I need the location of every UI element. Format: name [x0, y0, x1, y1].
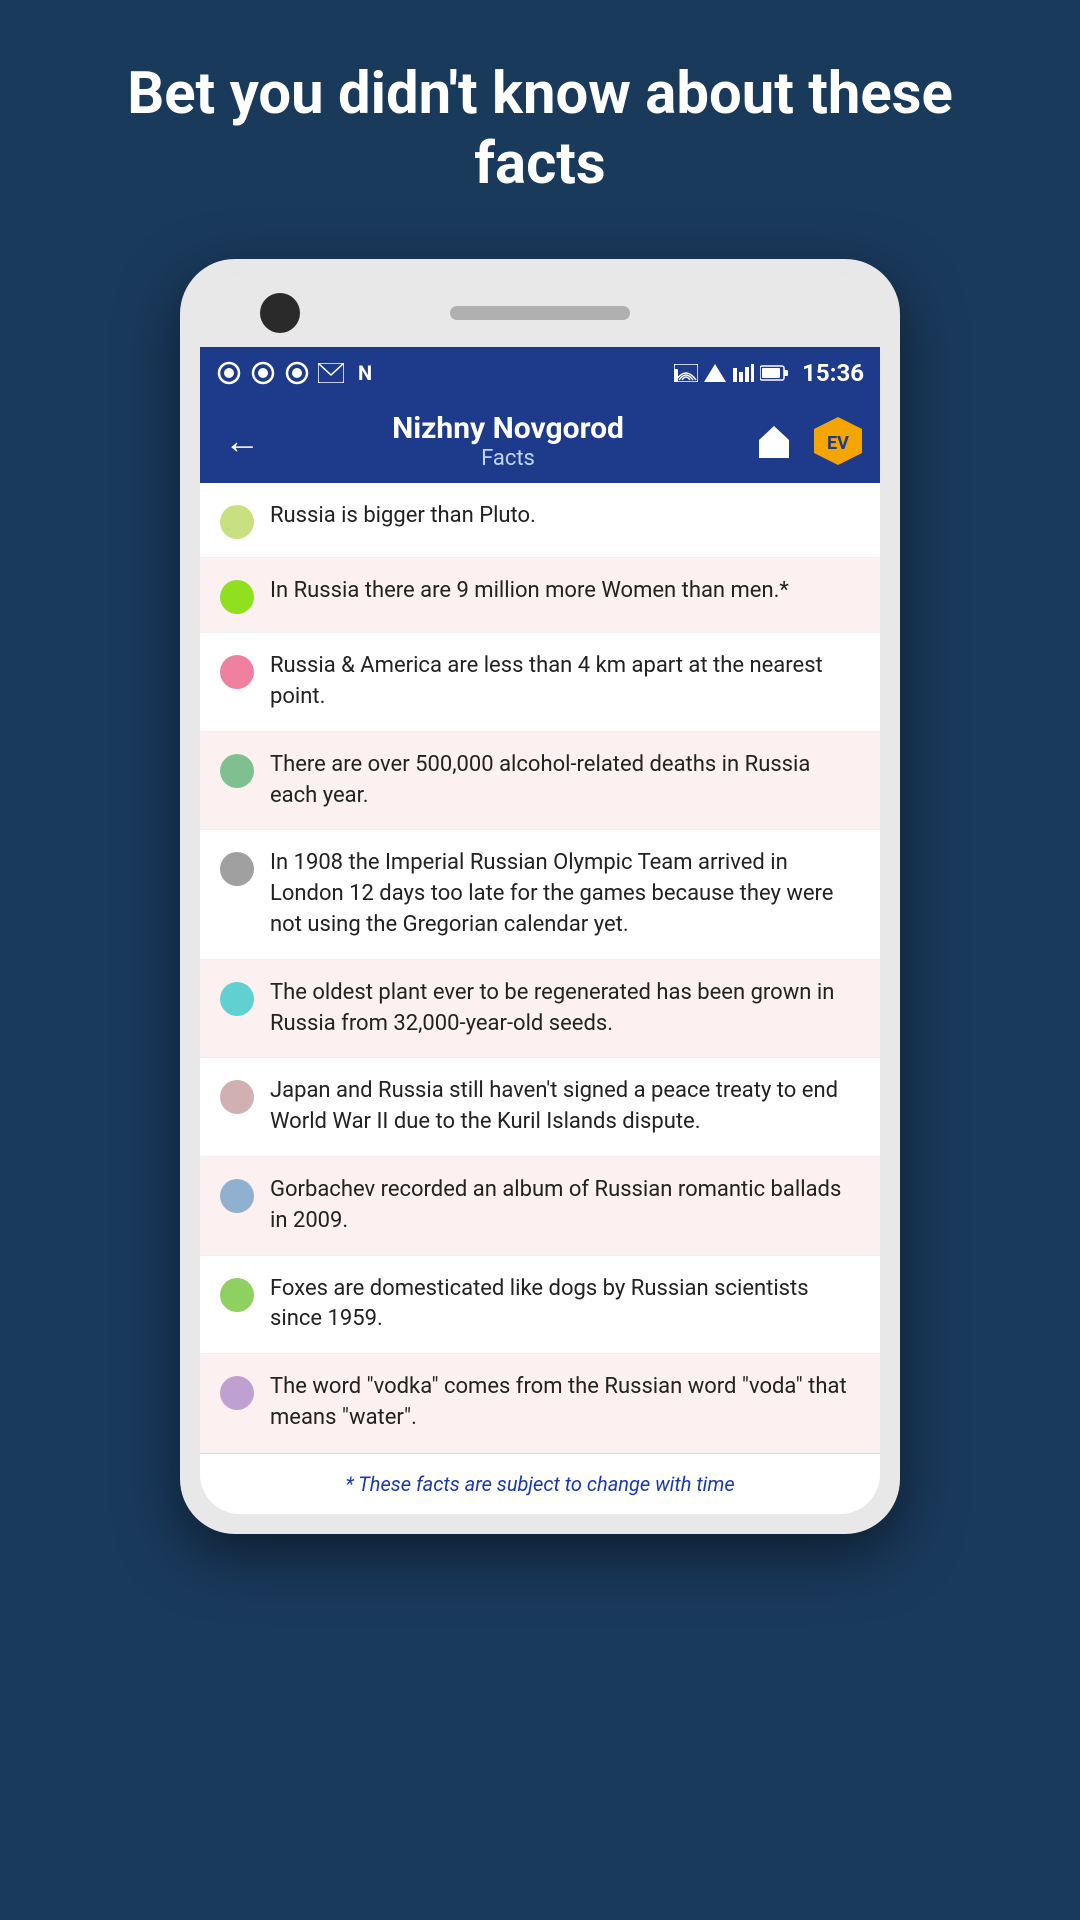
- fact-dot-9: [220, 1278, 254, 1312]
- status-bar: N: [200, 347, 880, 399]
- phone-frame: N: [180, 259, 900, 1534]
- fact-text-6: The oldest plant ever to be regenerated …: [270, 978, 860, 1040]
- fact-text-8: Gorbachev recorded an album of Russian r…: [270, 1175, 860, 1237]
- fact-item-2[interactable]: In Russia there are 9 million more Women…: [200, 558, 880, 633]
- camera-icon-3: [284, 360, 310, 386]
- phone-camera-area: [200, 279, 880, 347]
- fact-dot-5: [220, 852, 254, 886]
- app-bar-subtitle: Facts: [284, 446, 732, 471]
- status-time: 15:36: [802, 359, 864, 387]
- fact-item-10[interactable]: The word "vodka" comes from the Russian …: [200, 1354, 880, 1453]
- camera-dot: [260, 293, 300, 333]
- svg-text:EV: EV: [827, 433, 849, 454]
- fact-item-4[interactable]: There are over 500,000 alcohol-related d…: [200, 732, 880, 831]
- app-bar-title-section: Nizhny Novgorod Facts: [284, 411, 732, 471]
- fact-text-7: Japan and Russia still haven't signed a …: [270, 1076, 860, 1138]
- fact-text-5: In 1908 the Imperial Russian Olympic Tea…: [270, 848, 860, 940]
- fact-text-1: Russia is bigger than Pluto.: [270, 501, 860, 532]
- fact-dot-10: [220, 1376, 254, 1410]
- status-icons-right: 15:36: [674, 359, 864, 387]
- app-bar: ← Nizhny Novgorod Facts EV: [200, 399, 880, 483]
- fact-item-8[interactable]: Gorbachev recorded an album of Russian r…: [200, 1157, 880, 1256]
- gmail-icon: [318, 360, 344, 386]
- app-bar-icons: EV: [748, 415, 864, 467]
- facts-list: Russia is bigger than Pluto. In Russia th…: [200, 483, 880, 1453]
- fact-dot-1: [220, 505, 254, 539]
- fact-dot-8: [220, 1179, 254, 1213]
- nfc-icon: N: [352, 360, 378, 386]
- fact-text-10: The word "vodka" comes from the Russian …: [270, 1372, 860, 1434]
- fact-item-6[interactable]: The oldest plant ever to be regenerated …: [200, 960, 880, 1059]
- ev-badge-button[interactable]: EV: [812, 415, 864, 467]
- app-bar-title: Nizhny Novgorod: [284, 411, 732, 446]
- fact-item-9[interactable]: Foxes are domesticated like dogs by Russ…: [200, 1256, 880, 1355]
- status-icons-left: N: [216, 360, 378, 386]
- page-headline: Bet you didn't know about these facts: [0, 60, 1080, 199]
- fact-text-2: In Russia there are 9 million more Women…: [270, 576, 860, 607]
- fact-dot-4: [220, 754, 254, 788]
- phone-screen: N: [200, 279, 880, 1514]
- fact-text-4: There are over 500,000 alcohol-related d…: [270, 750, 860, 812]
- footnote-text: * These facts are subject to change with…: [216, 1472, 864, 1496]
- home-button[interactable]: [748, 415, 800, 467]
- fact-dot-3: [220, 655, 254, 689]
- fact-text-3: Russia & America are less than 4 km apar…: [270, 651, 860, 713]
- camera-icon-2: [250, 360, 276, 386]
- fact-text-9: Foxes are domesticated like dogs by Russ…: [270, 1274, 860, 1336]
- fact-dot-7: [220, 1080, 254, 1114]
- back-button[interactable]: ←: [216, 416, 268, 466]
- fact-dot-2: [220, 580, 254, 614]
- camera-icon-1: [216, 360, 242, 386]
- fact-dot-6: [220, 982, 254, 1016]
- fact-item-5[interactable]: In 1908 the Imperial Russian Olympic Tea…: [200, 830, 880, 959]
- footnote-bar: * These facts are subject to change with…: [200, 1453, 880, 1514]
- fact-item-1[interactable]: Russia is bigger than Pluto.: [200, 483, 880, 558]
- speaker-bar: [450, 306, 630, 320]
- fact-item-7[interactable]: Japan and Russia still haven't signed a …: [200, 1058, 880, 1157]
- fact-item-3[interactable]: Russia & America are less than 4 km apar…: [200, 633, 880, 732]
